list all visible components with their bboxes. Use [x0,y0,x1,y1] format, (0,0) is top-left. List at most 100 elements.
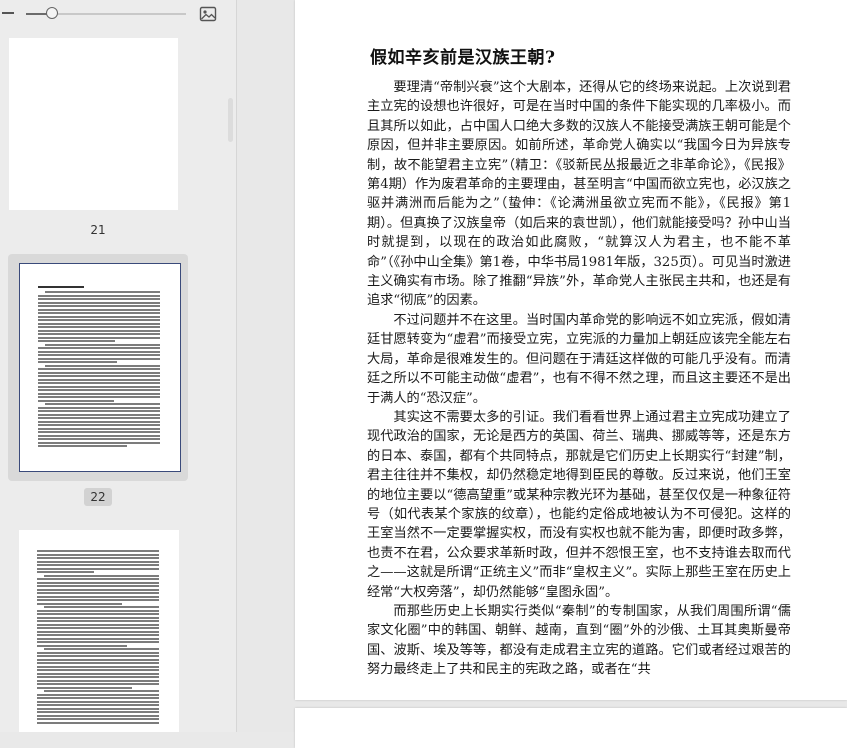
thumbnail-text-line [38,294,160,297]
thumbnail-text-line [37,641,159,643]
thumbnail-text-line [45,403,160,405]
thumbnail-text-line [45,343,160,346]
thumbnail-text-line [38,350,160,353]
thumbnail-text-line [37,683,159,685]
thumbnail-text-line [37,693,159,696]
zoom-slider-thumb[interactable] [45,7,58,19]
thumbnail-text-line [37,707,159,710]
document-viewer: 假如辛亥前是汉族王朝? 要理清“帝制兴衰”这个大剧本，还得从它的终场来说起。上次… [237,0,847,748]
thumbnail-text-line [38,298,160,300]
thumbnail-text-line [37,564,159,566]
thumbnail-text-line [38,431,160,433]
thumbnail-text-line [38,375,160,377]
thumbnail-text-line [38,396,160,398]
thumbnail-text-line [38,420,160,423]
thumbnail-text-line [38,441,160,444]
thumbnail-text-line [37,620,159,622]
thumbnail-text-line [37,704,159,706]
thumbnail-text-line [38,385,160,388]
thumbnail-text-line [37,714,159,717]
thumbnail-text-line [37,585,159,587]
thumbnail-page-21[interactable] [9,38,178,210]
thumbnail-text-line [37,627,159,629]
thumbnail-text-line [37,616,159,619]
thumbnail-text-line [38,301,160,304]
thumbnail-text-line [38,424,160,426]
thumbnail-text-line [37,560,159,563]
thumbnail-text-line [37,669,159,671]
thumbnail-text-line [45,291,160,293]
thumbnail-text-line [37,679,159,682]
thumbnail-text-line [37,651,159,654]
thumbnail-text-line [44,690,159,692]
thumbnail-text-line [38,382,160,384]
thumbnail-text-line [37,557,159,559]
next-document-page [295,708,847,748]
thumbnail-toolbar [0,0,237,28]
thumbnail-text-line [37,623,159,626]
thumbnail-text-line [37,578,159,580]
thumbnail-text-line [38,392,160,395]
thumbnail-text-line [38,305,160,307]
thumbnail-text-line [38,434,160,437]
zoom-slider[interactable] [26,7,186,19]
thumbnail-text-line [37,550,159,552]
thumbnail-text-line [37,602,123,605]
thumbnail-text-line [37,637,159,640]
thumbnail-title-line [38,286,85,288]
thumbnail-text-line [37,721,159,724]
thumbnail-text-line [37,697,159,699]
thumbnail-text-line [44,574,159,577]
thumbnail-text-line [37,630,159,633]
thumbnail-text-line [37,672,159,675]
thumbnail-text-line [38,399,114,402]
thumbnail-text-line [37,655,159,657]
thumbnail-text-line [38,410,160,412]
thumbnail-page-23[interactable] [19,530,179,732]
thumbnail-text-line [38,378,160,381]
thumbnail-page-number-selected: 22 [84,488,112,506]
thumbnail-text-line [38,354,160,356]
thumbnail-text-line [38,438,160,440]
paragraph: 不过问题并不在这里。当时国内革命党的影响远不如立宪派，假如清廷甘愿转变为“虚君”… [367,312,791,406]
thumbnail-text-line [37,686,133,689]
thumbnail-text-line [38,333,160,335]
thumbnail-text-line [37,662,159,664]
thumbnail-text-line [37,700,159,703]
thumbnail-text-line [37,711,159,713]
thumbnail-text-line [37,609,159,612]
paragraph: 其实这不需要太多的引证。我们看看世界上通过君主立宪成功建立了现代政治的国家，无论… [367,409,791,600]
thumbnail-text-line [37,595,159,598]
thumbnail-text-line [38,312,160,314]
thumbnail-text-line [37,644,128,647]
thumbnail-text-line [37,599,159,601]
thumbnail-text-line [37,634,159,636]
thumbnail-sidebar: 21 22 [0,0,237,732]
thumbnail-text-line [37,592,159,594]
thumbnail-page-number: 21 [90,223,106,237]
thumbnail-text-line [38,315,160,318]
thumbnail-page-22[interactable] [19,263,181,472]
thumbnail-text-line [38,368,160,370]
zoom-out-icon[interactable] [2,12,14,14]
document-page: 假如辛亥前是汉族王朝? 要理清“帝制兴衰”这个大剧本，还得从它的终场来说起。上次… [295,0,847,700]
thumbnail-text-line [38,427,160,430]
thumbnail-text-line [38,322,160,325]
thumbnail-text-line [38,371,160,374]
thumbnail-text-line [37,665,159,668]
sidebar-scrollbar[interactable] [228,98,233,142]
image-icon[interactable] [199,5,217,23]
thumbnail-text-line [38,413,160,416]
thumbnail-text-line [37,658,159,661]
thumbnail-text-line [38,347,160,349]
thumbnail-text-line [44,606,159,608]
thumbnail-text-line [38,357,160,360]
thumbnail-text-line [37,553,159,556]
document-body: 要理清“帝制兴衰”这个大剧本，还得从它的终场来说起。上次说到君主立宪的设想也许很… [367,78,791,680]
thumbnail-text-line [38,389,160,391]
paragraph: 而那些历史上长期实行类似“秦制”的专制国家，从我们周围所谓“儒家文化圈”中的韩国… [367,603,791,678]
thumbnail-text-line [37,571,95,573]
thumbnail-text-line [37,588,159,591]
thumbnail-text-line [37,581,159,584]
thumbnail-text-line [37,718,159,720]
